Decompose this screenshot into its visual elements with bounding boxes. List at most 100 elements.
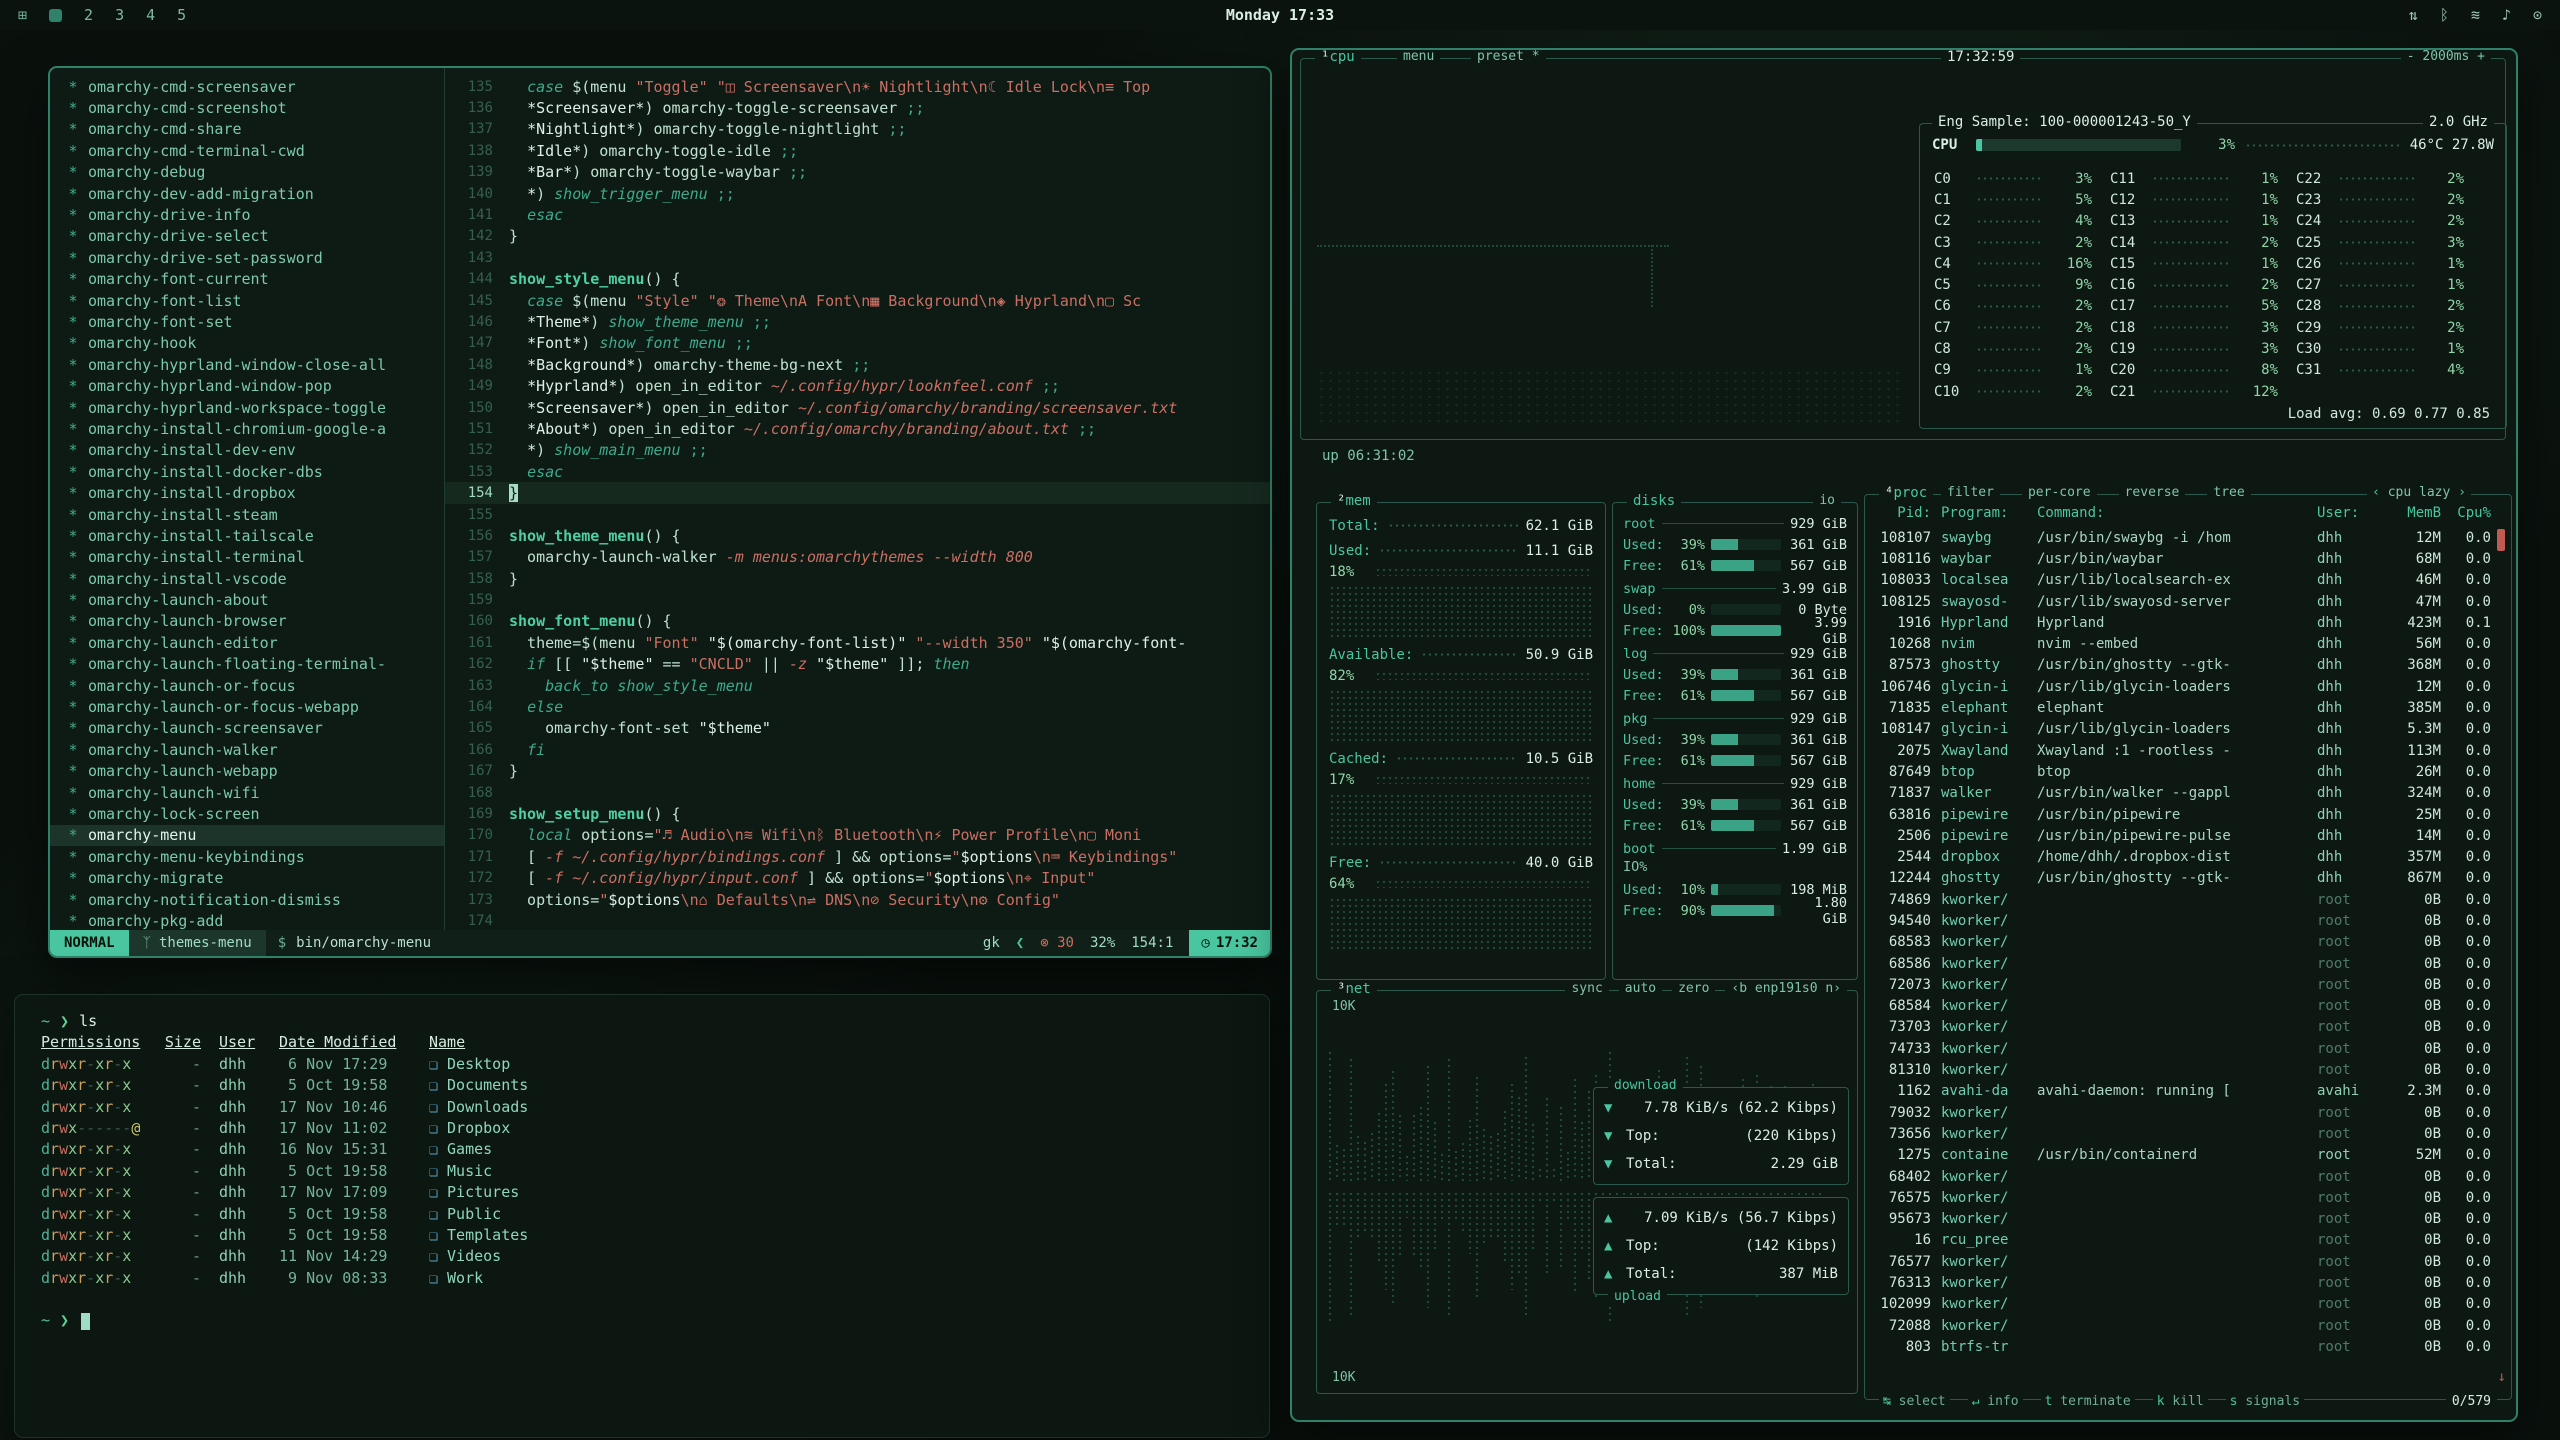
- file-item[interactable]: *omarchy-launch-browser: [50, 611, 444, 632]
- sort-prev-icon[interactable]: ‹: [2372, 485, 2380, 500]
- file-item[interactable]: *omarchy-install-terminal: [50, 547, 444, 568]
- process-row[interactable]: 1275containe/usr/bin/containerdroot52M0.…: [1877, 1145, 2491, 1166]
- file-item[interactable]: *omarchy-cmd-share: [50, 119, 444, 140]
- process-row[interactable]: 2506pipewire/usr/bin/pipewire-pulsedhh14…: [1877, 825, 2491, 846]
- process-row[interactable]: 76575kworker/root0B0.0: [1877, 1187, 2491, 1208]
- file-item[interactable]: *omarchy-font-current: [50, 269, 444, 290]
- code-line[interactable]: 155: [445, 504, 1270, 525]
- launcher-icon[interactable]: ⊞: [18, 6, 27, 24]
- code-line[interactable]: 140 *) show_trigger_menu ;;: [445, 183, 1270, 204]
- col-cpu[interactable]: Cpu%: [2441, 505, 2491, 521]
- proc-option-tree[interactable]: tree: [2207, 485, 2250, 500]
- col-pid[interactable]: Pid:: [1877, 505, 1941, 521]
- process-row[interactable]: 2075XwaylandXwayland :1 -rootless -dhh11…: [1877, 740, 2491, 761]
- wifi-icon[interactable]: ≋: [2471, 6, 2480, 24]
- code-line[interactable]: 152 *) show_main_menu ;;: [445, 440, 1270, 461]
- code-line[interactable]: 161 theme=$(menu "Font" "$(omarchy-font-…: [445, 632, 1270, 653]
- file-item[interactable]: *omarchy-menu-keybindings: [50, 846, 444, 867]
- process-row[interactable]: 108147glycin-i/usr/lib/glycin-loadersdhh…: [1877, 719, 2491, 740]
- code-line[interactable]: 171 [ -f ~/.config/hypr/bindings.conf ] …: [445, 846, 1270, 867]
- file-item[interactable]: *omarchy-install-steam: [50, 504, 444, 525]
- process-row[interactable]: 79032kworker/root0B0.0: [1877, 1102, 2491, 1123]
- workspace-2[interactable]: 2: [84, 6, 93, 24]
- process-row[interactable]: 102099kworker/root0B0.0: [1877, 1294, 2491, 1315]
- file-item[interactable]: *omarchy-install-chromium-google-a: [50, 418, 444, 439]
- code-line[interactable]: 173 options="$options\n⌂ Defaults\n⇌ DNS…: [445, 889, 1270, 910]
- bluetooth-icon[interactable]: ᛒ: [2440, 6, 2449, 24]
- process-row[interactable]: 72088kworker/root0B0.0: [1877, 1315, 2491, 1336]
- process-row[interactable]: 81310kworker/root0B0.0: [1877, 1059, 2491, 1080]
- col-command[interactable]: Command:: [2037, 505, 2317, 521]
- file-item[interactable]: *omarchy-install-docker-dbs: [50, 461, 444, 482]
- sort-control[interactable]: ‹ cpu lazy ›: [2367, 485, 2471, 500]
- file-item[interactable]: *omarchy-install-tailscale: [50, 525, 444, 546]
- process-row[interactable]: 87649btopbtopdhh26M0.0: [1877, 761, 2491, 782]
- process-row[interactable]: 87573ghostty/usr/bin/ghostty --gtk-dhh36…: [1877, 655, 2491, 676]
- process-row[interactable]: 76577kworker/root0B0.0: [1877, 1251, 2491, 1272]
- code-line[interactable]: 172 [ -f ~/.config/hypr/input.conf ] && …: [445, 867, 1270, 888]
- code-line[interactable]: 169show_setup_menu() {: [445, 803, 1270, 824]
- proc-action-info[interactable]: ↵ info: [1968, 1394, 2023, 1409]
- proc-action-select[interactable]: ↹ select: [1879, 1394, 1950, 1409]
- process-row[interactable]: 16rcu_preeroot0B0.0: [1877, 1230, 2491, 1251]
- file-item[interactable]: *omarchy-install-vscode: [50, 568, 444, 589]
- code-line[interactable]: 156show_theme_menu() {: [445, 525, 1270, 546]
- proc-action-kill[interactable]: k kill: [2153, 1394, 2208, 1409]
- volume-icon[interactable]: ♪: [2502, 6, 2511, 24]
- scrollbar-thumb[interactable]: [2497, 529, 2505, 551]
- file-item[interactable]: *omarchy-launch-or-focus: [50, 675, 444, 696]
- file-item[interactable]: *omarchy-launch-webapp: [50, 761, 444, 782]
- file-item[interactable]: *omarchy-dev-add-migration: [50, 183, 444, 204]
- file-item[interactable]: *omarchy-menu: [50, 825, 444, 846]
- net-option-0[interactable]: sync: [1565, 981, 1608, 996]
- code-line[interactable]: 166 fi: [445, 739, 1270, 760]
- code-line[interactable]: 164 else: [445, 696, 1270, 717]
- code-line[interactable]: 139 *Bar*) omarchy-toggle-waybar ;;: [445, 162, 1270, 183]
- proc-option-reverse[interactable]: reverse: [2119, 485, 2186, 500]
- process-row[interactable]: 71837walker/usr/bin/walker --gappldhh324…: [1877, 783, 2491, 804]
- code-line[interactable]: 165 omarchy-font-set "$theme": [445, 718, 1270, 739]
- process-row[interactable]: 73656kworker/root0B0.0: [1877, 1123, 2491, 1144]
- col-memb[interactable]: MemB: [2381, 505, 2441, 521]
- process-row[interactable]: 1916HyprlandHyprlanddhh423M0.1: [1877, 612, 2491, 633]
- process-row[interactable]: 95673kworker/root0B0.0: [1877, 1209, 2491, 1230]
- code-line[interactable]: 148 *Background*) omarchy-theme-bg-next …: [445, 354, 1270, 375]
- code-line[interactable]: 150 *Screensaver*) open_in_editor ~/.con…: [445, 397, 1270, 418]
- update-interval-control[interactable]: - 2000ms +: [2401, 49, 2491, 64]
- process-row[interactable]: 12244ghostty/usr/bin/ghostty --gtk-dhh86…: [1877, 868, 2491, 889]
- code-line[interactable]: 142}: [445, 226, 1270, 247]
- process-row[interactable]: 1162avahi-daavahi-daemon: running [avahi…: [1877, 1081, 2491, 1102]
- file-item[interactable]: *omarchy-hyprland-window-close-all: [50, 354, 444, 375]
- proc-option-filter[interactable]: filter: [1941, 485, 2000, 500]
- file-item[interactable]: *omarchy-hyprland-workspace-toggle: [50, 397, 444, 418]
- code-line[interactable]: 135 case $(menu "Toggle" "◫ Screensaver\…: [445, 76, 1270, 97]
- process-row[interactable]: 63816pipewire/usr/bin/pipewiredhh25M0.0: [1877, 804, 2491, 825]
- process-row[interactable]: 108033localsea/usr/lib/localsearch-exdhh…: [1877, 570, 2491, 591]
- file-item[interactable]: *omarchy-install-dev-env: [50, 440, 444, 461]
- col-program[interactable]: Program:: [1941, 505, 2037, 521]
- file-item[interactable]: *omarchy-migrate: [50, 867, 444, 888]
- code-line[interactable]: 163 back_to show_style_menu: [445, 675, 1270, 696]
- code-line[interactable]: 149 *Hyprland*) open_in_editor ~/.config…: [445, 375, 1270, 396]
- file-item[interactable]: *omarchy-hyprland-window-pop: [50, 375, 444, 396]
- code-line[interactable]: 162 if [[ "$theme" == "CNCLD" || -z "$th…: [445, 654, 1270, 675]
- file-item[interactable]: *omarchy-font-list: [50, 290, 444, 311]
- file-item[interactable]: *omarchy-drive-select: [50, 226, 444, 247]
- file-item[interactable]: *omarchy-hook: [50, 333, 444, 354]
- net-option-2[interactable]: zero: [1672, 981, 1715, 996]
- process-row[interactable]: 10268nvimnvim --embeddhh56M0.0: [1877, 633, 2491, 654]
- proc-action-terminate[interactable]: t terminate: [2041, 1394, 2135, 1409]
- code-line[interactable]: 147 *Font*) show_font_menu ;;: [445, 333, 1270, 354]
- file-item[interactable]: *omarchy-pkg-add: [50, 910, 444, 930]
- process-row[interactable]: 108116waybar/usr/bin/waybardhh68M0.0: [1877, 548, 2491, 569]
- file-item[interactable]: *omarchy-launch-about: [50, 589, 444, 610]
- net-option-3[interactable]: ‹b enp191s0 n›: [1725, 981, 1847, 996]
- prompt-line-active[interactable]: ~❯: [41, 1310, 1269, 1331]
- code-line[interactable]: 158}: [445, 568, 1270, 589]
- process-row[interactable]: 74733kworker/root0B0.0: [1877, 1038, 2491, 1059]
- process-row[interactable]: 68402kworker/root0B0.0: [1877, 1166, 2491, 1187]
- process-row[interactable]: 68583kworker/root0B0.0: [1877, 932, 2491, 953]
- file-item[interactable]: *omarchy-launch-or-focus-webapp: [50, 696, 444, 717]
- code-line[interactable]: 157 omarchy-launch-walker -m menus:omarc…: [445, 547, 1270, 568]
- file-item[interactable]: *omarchy-launch-wifi: [50, 782, 444, 803]
